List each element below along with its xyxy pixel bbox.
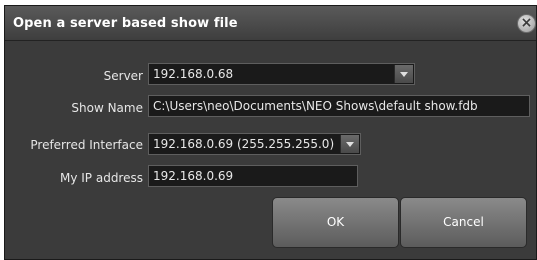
- server-dropdown[interactable]: 192.168.0.68: [148, 63, 415, 85]
- title-bar: Open a server based show file ×: [5, 6, 536, 41]
- my-ip-label: My IP address: [59, 171, 143, 185]
- chevron-down-icon[interactable]: [340, 135, 359, 153]
- ok-button[interactable]: OK: [272, 197, 399, 248]
- server-label: Server: [103, 69, 143, 83]
- close-icon[interactable]: ×: [517, 14, 536, 33]
- show-name-input[interactable]: C:\Users\neo\Documents\NEO Shows\default…: [148, 95, 530, 117]
- preferred-interface-label: Preferred Interface: [30, 138, 143, 152]
- preferred-interface-dropdown[interactable]: 192.168.0.69 (255.255.255.0): [148, 133, 361, 155]
- server-value: 192.168.0.68: [153, 67, 234, 81]
- preferred-interface-value: 192.168.0.69 (255.255.255.0): [153, 137, 335, 151]
- my-ip-input[interactable]: 192.168.0.69: [148, 165, 358, 187]
- my-ip-value: 192.168.0.69: [153, 169, 234, 183]
- cancel-button[interactable]: Cancel: [400, 197, 527, 248]
- dialog-title: Open a server based show file: [13, 16, 238, 31]
- show-name-label: Show Name: [71, 101, 143, 115]
- open-show-dialog: Open a server based show file × Server 1…: [4, 5, 537, 260]
- chevron-down-icon[interactable]: [394, 65, 413, 83]
- show-name-value: C:\Users\neo\Documents\NEO Shows\default…: [153, 99, 478, 113]
